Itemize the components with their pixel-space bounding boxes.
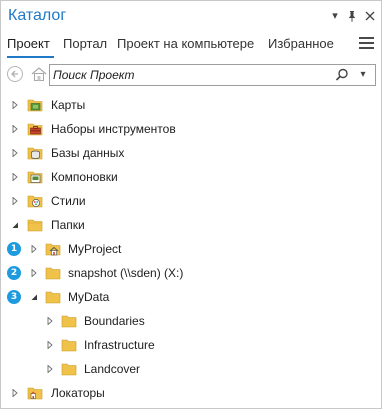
tab-portal[interactable]: Портал <box>63 36 107 51</box>
expand-arrow-icon[interactable] <box>11 125 19 133</box>
callout-badge: 2 <box>7 266 21 280</box>
tab-project[interactable]: Проект <box>7 36 50 51</box>
hamburger-menu-icon[interactable] <box>359 37 374 49</box>
home-folder-icon <box>45 243 61 256</box>
expand-arrow-icon[interactable] <box>11 389 19 397</box>
tree-item-label: Infrastructure <box>84 338 155 352</box>
maps-folder-icon <box>27 99 43 112</box>
callout-badge: 1 <box>7 242 21 256</box>
layouts-folder-icon <box>27 171 43 184</box>
styles-folder-icon <box>27 195 43 208</box>
tree-item-toolboxes[interactable]: Наборы инструментов <box>1 117 381 141</box>
tree-item-label: Карты <box>51 98 86 112</box>
tree-item-label: MyData <box>68 290 110 304</box>
callout-badge: 3 <box>7 290 21 304</box>
tree-item-label: Boundaries <box>84 314 145 328</box>
folder-icon <box>45 291 61 304</box>
tree-item-folders[interactable]: Папки <box>1 213 381 237</box>
search-box: ▾ <box>49 64 376 86</box>
tree-item-layouts[interactable]: Компоновки <box>1 165 381 189</box>
search-icon[interactable] <box>334 67 350 83</box>
tree-item-label: MyProject <box>68 242 122 256</box>
folder-icon <box>45 267 61 280</box>
toolboxes-folder-icon <box>27 123 43 136</box>
search-options-chevron-icon[interactable]: ▾ <box>356 67 370 83</box>
pane-title: Каталог <box>8 7 67 24</box>
tree-item-label: Локаторы <box>51 386 105 400</box>
locators-folder-icon <box>27 387 43 400</box>
tree-item-label: Базы данных <box>51 146 125 160</box>
expand-arrow-icon[interactable] <box>11 101 19 109</box>
project-home-icon[interactable] <box>31 66 47 82</box>
tree-item-snapshot[interactable]: 2 snapshot (\\sden) (X:) <box>1 261 381 285</box>
catalog-pane: Каталог ▾ Проект Портал Проект на компью… <box>0 0 382 409</box>
folders-icon <box>27 219 43 232</box>
chevron-down-icon[interactable]: ▾ <box>328 9 342 23</box>
tree-item-styles[interactable]: Стили <box>1 189 381 213</box>
expand-arrow-icon[interactable] <box>11 197 19 205</box>
tree-item-landcover[interactable]: Landcover <box>1 357 381 381</box>
tree-item-databases[interactable]: Базы данных <box>1 141 381 165</box>
title-bar: Каталог ▾ <box>1 1 381 31</box>
expand-arrow-icon[interactable] <box>46 365 54 373</box>
expand-arrow-icon[interactable] <box>46 341 54 349</box>
tree-item-label: Компоновки <box>51 170 118 184</box>
tab-bar: Проект Портал Проект на компьютере Избра… <box>1 33 381 59</box>
tree-item-label: Landcover <box>84 362 141 376</box>
back-arrow-icon[interactable] <box>7 66 23 82</box>
tree-item-label: Наборы инструментов <box>51 122 176 136</box>
tree-item-boundaries[interactable]: Boundaries <box>1 309 381 333</box>
folder-icon <box>61 315 77 328</box>
search-input[interactable] <box>53 67 323 83</box>
expand-arrow-icon[interactable] <box>46 317 54 325</box>
tree-item-maps[interactable]: Карты <box>1 93 381 117</box>
search-row: ▾ <box>1 63 381 87</box>
tree-item-label: snapshot (\\sden) (X:) <box>68 266 184 280</box>
tree-item-mydata[interactable]: 3 MyData <box>1 285 381 309</box>
tree-item-infrastructure[interactable]: Infrastructure <box>1 333 381 357</box>
close-icon[interactable] <box>363 9 377 23</box>
expand-arrow-icon[interactable] <box>30 269 38 277</box>
expand-arrow-icon[interactable] <box>11 149 19 157</box>
tree-item-label: Стили <box>51 194 86 208</box>
folder-icon <box>61 363 77 376</box>
tree-item-locators[interactable]: Локаторы <box>1 381 381 405</box>
tab-computer[interactable]: Проект на компьютере <box>117 36 254 51</box>
databases-folder-icon <box>27 147 43 160</box>
collapse-arrow-icon[interactable] <box>30 293 38 301</box>
pin-icon[interactable] <box>345 9 359 23</box>
expand-arrow-icon[interactable] <box>11 173 19 181</box>
tree-item-label: Папки <box>51 218 85 232</box>
collapse-arrow-icon[interactable] <box>11 221 19 229</box>
folder-icon <box>61 339 77 352</box>
active-tab-indicator <box>7 56 54 58</box>
tree-item-myproject[interactable]: 1 MyProject <box>1 237 381 261</box>
tab-favorites[interactable]: Избранное <box>268 36 334 51</box>
expand-arrow-icon[interactable] <box>30 245 38 253</box>
